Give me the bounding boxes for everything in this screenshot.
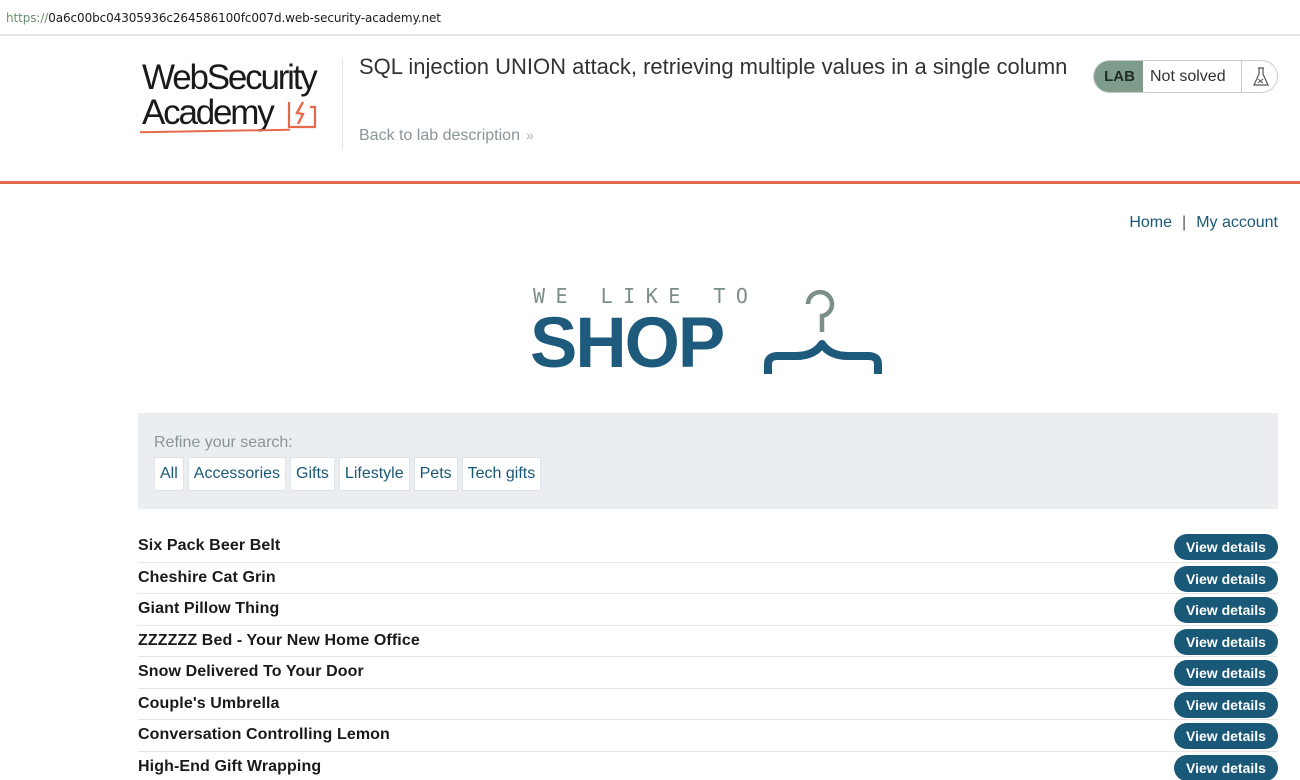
view-details-button[interactable]: View details xyxy=(1174,565,1278,592)
my-account-link[interactable]: My account xyxy=(1196,214,1278,231)
logo-line-2: Academy xyxy=(142,93,275,132)
filter-tech-gifts[interactable]: Tech gifts xyxy=(461,457,542,491)
header-divider xyxy=(342,58,343,150)
logo-bolt-icon xyxy=(287,101,317,129)
lab-status-widget: LAB Not solved xyxy=(1093,60,1278,93)
hanger-icon xyxy=(764,289,882,374)
web-security-academy-logo[interactable]: WebSecurity Academy xyxy=(138,58,343,134)
flask-icon xyxy=(1253,67,1269,86)
product-row: ZZZZZZ Bed - Your New Home Office View d… xyxy=(138,626,1278,657)
url-text[interactable]: https://0a6c00bc04305936c264586100fc007d… xyxy=(6,11,441,25)
product-name: Couple's Umbrella xyxy=(138,694,280,712)
product-row: Couple's Umbrella View details xyxy=(138,689,1278,720)
category-filter-list: All Accessories Gifts Lifestyle Pets Tech gif… xyxy=(154,457,545,491)
flask-icon-box xyxy=(1241,61,1277,92)
product-row: Snow Delivered To Your Door View details xyxy=(138,657,1278,689)
academy-lab-header: WebSecurity Academy SQL injection UNION … xyxy=(0,38,1300,184)
product-row: Cheshire Cat Grin View details xyxy=(138,563,1278,594)
home-link[interactable]: Home xyxy=(1129,214,1172,231)
lab-title: SQL injection UNION attack, retrieving m… xyxy=(359,54,1068,79)
filter-lifestyle[interactable]: Lifestyle xyxy=(338,457,410,491)
view-details-button[interactable]: View details xyxy=(1174,534,1278,560)
back-to-lab-description-link[interactable]: Back to lab description» xyxy=(359,127,534,145)
product-row: High-End Gift Wrapping View details xyxy=(138,752,1278,780)
product-name: Conversation Controlling Lemon xyxy=(138,726,390,743)
shop-logo: WE LIKE TO SHOP xyxy=(530,282,890,382)
view-details-button[interactable]: View details xyxy=(1174,691,1278,718)
view-details-button[interactable]: View details xyxy=(1174,660,1278,686)
product-name: High-End Gift Wrapping xyxy=(138,757,322,775)
product-row: Six Pack Beer Belt View details xyxy=(138,531,1278,563)
product-name: Six Pack Beer Belt xyxy=(138,537,281,554)
logo-line-1: WebSecurity xyxy=(142,58,318,97)
filter-panel: Refine your search: All Accessories Gifts L… xyxy=(138,413,1278,509)
view-details-button[interactable]: View details xyxy=(1174,628,1278,655)
filter-accessories[interactable]: Accessories xyxy=(187,457,287,491)
filter-pets[interactable]: Pets xyxy=(413,457,458,491)
nav-separator: | xyxy=(1182,214,1187,231)
shop-navigation: Home | My account xyxy=(1129,214,1278,232)
product-list: Six Pack Beer Belt View details Cheshire… xyxy=(138,531,1278,780)
product-name: Snow Delivered To Your Door xyxy=(138,663,364,680)
product-name: ZZZZZZ Bed - Your New Home Office xyxy=(138,631,420,649)
shop-wordmark: SHOP xyxy=(530,304,725,383)
refine-search-label: Refine your search: xyxy=(154,434,293,451)
product-row: Giant Pillow Thing View details xyxy=(138,594,1278,626)
lab-badge: LAB xyxy=(1094,61,1143,92)
product-name: Cheshire Cat Grin xyxy=(138,568,276,586)
filter-all[interactable]: All xyxy=(154,457,184,491)
view-details-button[interactable]: View details xyxy=(1174,597,1278,623)
product-row: Conversation Controlling Lemon View deta… xyxy=(138,720,1278,752)
filter-gifts[interactable]: Gifts xyxy=(290,457,335,491)
view-details-button[interactable]: View details xyxy=(1174,723,1278,749)
product-name: Giant Pillow Thing xyxy=(138,600,280,617)
lab-status-text: Not solved xyxy=(1150,68,1226,85)
address-bar[interactable]: https://0a6c00bc04305936c264586100fc007d… xyxy=(0,0,1300,36)
chevron-right-icon: » xyxy=(525,127,534,143)
view-details-button[interactable]: View details xyxy=(1174,754,1278,780)
